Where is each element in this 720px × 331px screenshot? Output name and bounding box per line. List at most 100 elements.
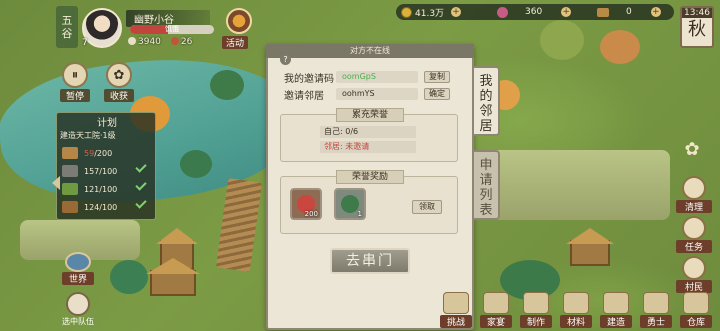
currency-bar: 41.3万 + 360 + 0 + [396,4,674,20]
harvest-label: 收获 [104,89,134,102]
stamina-label: 饥饿 [165,25,179,33]
harvest-button[interactable]: ✿ 收获 [104,62,134,102]
flower-icon[interactable]: ✿ [682,140,702,160]
tree [210,70,244,100]
resource-a: 3940 [128,37,161,47]
coin-icon [401,6,412,18]
plan-task: 建造天工院·1级 [60,131,116,140]
visit-neighbor-button[interactable]: 去串门 [330,248,410,274]
stamina-bar: 饥饿 [130,25,214,34]
player-level: 7 [82,38,88,48]
cleanup-label: 清理 [676,200,712,213]
craft-button[interactable]: 制作 [520,292,552,328]
coin-counter: 41.3万 + [396,6,492,19]
team-label: 选中队伍 [62,317,94,326]
team-avatar-icon [66,292,90,316]
tasks-button[interactable]: 任务 [676,216,712,253]
tree [180,150,212,178]
materials-button[interactable]: 材料 [560,292,592,328]
hammer-icon [603,292,629,314]
broom-icon [682,176,706,200]
planks-icon [563,292,589,314]
world-label: 世界 [62,272,94,285]
tab-applications[interactable]: 申请列表 [472,150,500,220]
villagers-button[interactable]: 村民 [676,256,712,293]
jade-counter: 360 + [492,6,592,18]
tree [600,30,640,64]
cliff [470,150,670,220]
dialog-header: 对方不在线 [266,44,474,58]
cleanup-button[interactable]: 清理 [676,176,712,213]
resource-b: 26 [170,37,192,47]
building[interactable] [150,270,196,296]
tree [540,20,584,60]
add-coins-button[interactable]: + [451,7,462,17]
tab-my-neighbors[interactable]: 我的邻居 [472,66,500,136]
challenge-label: 挑战 [440,315,472,328]
clock-time: 13:46 [682,8,712,18]
warehouse-icon [683,292,709,314]
reward-1-count: 200 [304,210,318,218]
neighbor-stat: 邻居: 未邀请 [320,141,416,153]
tree [110,260,148,294]
select-team-button[interactable]: 选中队伍 [58,292,98,327]
craft-label: 制作 [520,315,552,328]
event-label: 活动 [222,36,249,49]
warriors-button[interactable]: 勇士 [640,292,672,328]
bowl-icon [128,37,136,45]
copy-button[interactable]: 复制 [424,71,450,83]
anvil-icon [523,292,549,314]
neighbor-code-input[interactable]: oohmYS [336,88,418,100]
warehouse-button[interactable]: 仓库 [680,292,712,328]
claim-button[interactable]: 领取 [412,200,442,214]
invite-neighbor-label: 邀请邻居 [284,91,324,102]
pause-button[interactable]: ⏸ 暂停 [60,62,90,102]
add-jade-button[interactable]: + [561,7,572,17]
banquet-label: 家宴 [480,315,512,328]
my-code-field: oomGpS [336,71,418,83]
stone-icon [62,165,78,177]
meat-icon [170,37,179,45]
banquet-button[interactable]: 家宴 [480,292,512,328]
warehouse-label: 仓库 [680,315,712,328]
tasks-label: 任务 [676,240,712,253]
world-button[interactable]: 世界 [62,252,94,285]
honor-title: 累充荣誉 [336,108,404,122]
warrior-icon [643,292,669,314]
jade-icon [497,6,508,18]
event-button[interactable] [226,8,252,34]
player-resources: 3940 26 [128,37,192,47]
harvest-icon: ✿ [106,62,132,88]
reward-item-2[interactable]: 1 [334,188,366,220]
game-clock[interactable]: 13:46 秋 [680,6,714,48]
ticket-icon [597,7,609,17]
globe-icon [65,252,91,272]
plank-icon [62,201,78,213]
build-button[interactable]: 建造 [600,292,632,328]
challenge-button[interactable]: 挑战 [440,292,472,328]
wood-icon [62,147,78,159]
my-code-label: 我的邀请码 [284,74,334,85]
reward-title: 荣誉奖励 [336,170,404,184]
pause-label: 暂停 [60,89,90,102]
help-icon[interactable]: ? [280,54,291,65]
building[interactable] [570,240,610,266]
reward-item-1[interactable]: 200 [290,188,322,220]
scroll-icon [682,216,706,240]
reward-2-count: 1 [357,210,362,218]
dish-icon [483,292,509,314]
plan-row: 59/200 [62,144,154,162]
build-label: 建造 [600,315,632,328]
pause-icon: ⏸ [62,62,88,88]
player-avatar[interactable] [82,8,122,48]
self-stat: 自己: 0/6 [320,126,416,138]
villager-icon [682,256,706,280]
materials-label: 材料 [560,315,592,328]
clock-season: 秋 [688,19,706,40]
warriors-label: 勇士 [640,315,672,328]
add-tickets-button[interactable]: + [650,7,661,17]
plan-title: 计划 [97,118,117,129]
ticket-counter: 0 + [592,7,672,17]
confirm-button[interactable]: 确定 [424,88,450,100]
season-badge: 五 谷 [56,6,78,48]
